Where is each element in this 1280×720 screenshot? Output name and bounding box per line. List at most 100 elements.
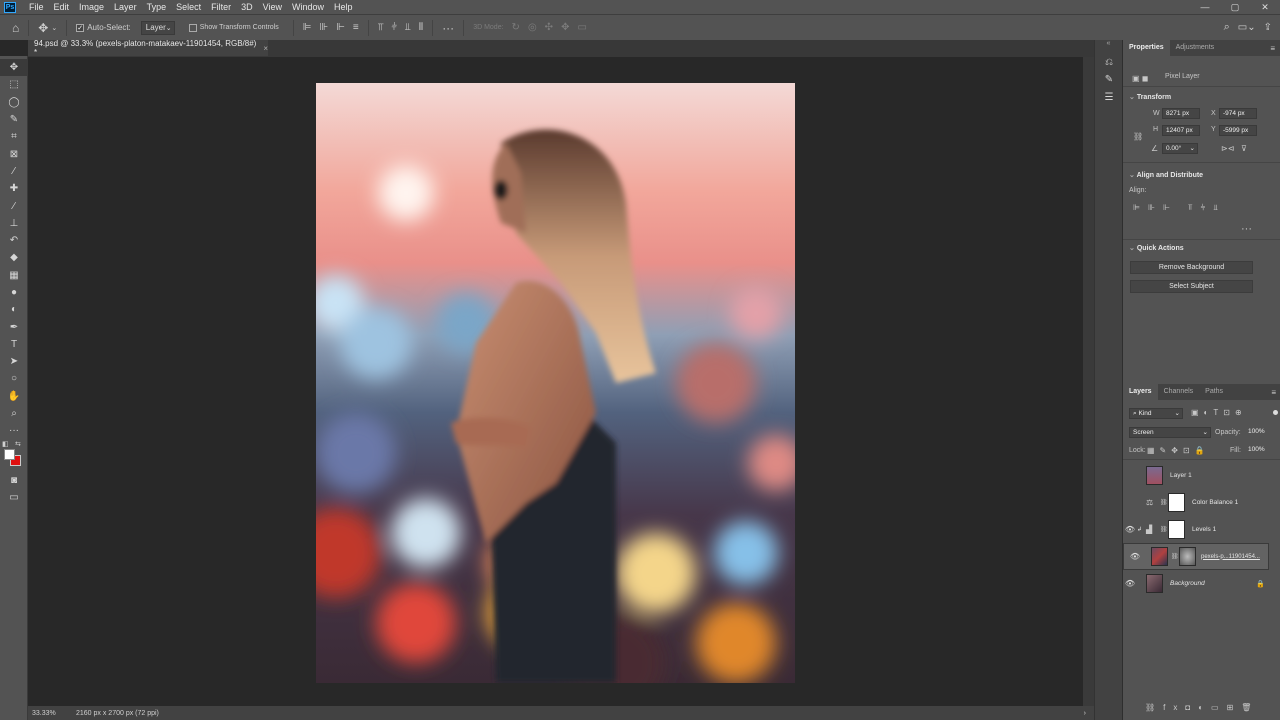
layer-row-background[interactable]: 👁 Background 🔒 [1123, 570, 1269, 597]
zoom-icon[interactable]: ⌕ [0, 405, 28, 422]
flip-vertical-icon[interactable]: ⊽ [1241, 144, 1247, 153]
maximize-button[interactable]: ▢ [1220, 0, 1250, 14]
menu-select[interactable]: Select [171, 0, 206, 14]
menu-help[interactable]: Help [329, 0, 358, 14]
tab-properties[interactable]: Properties [1123, 40, 1170, 56]
menu-filter[interactable]: Filter [206, 0, 236, 14]
document-tab[interactable]: 94.psd @ 33.3% (pexels-platon-matakaev-1… [28, 39, 268, 57]
menu-image[interactable]: Image [74, 0, 109, 14]
history-brush-icon[interactable]: ↶ [0, 232, 28, 249]
transform-section-title[interactable]: ⌄ Transform [1123, 93, 1171, 101]
tab-paths[interactable]: Paths [1199, 384, 1229, 400]
tab-channels[interactable]: Channels [1158, 384, 1200, 400]
adjustments-icon[interactable]: ☰ [1095, 89, 1123, 106]
show-transform-checkbox[interactable]: Show Transform Controls [185, 23, 283, 32]
history-icon[interactable]: ⎌ [1095, 54, 1123, 71]
close-tab-icon[interactable]: × [263, 44, 268, 53]
layer-row-levels[interactable]: 👁 ↲ ▟ ⛓ Levels 1 [1123, 516, 1269, 543]
brush-settings-icon[interactable]: ✎ [1095, 71, 1123, 88]
flip-horizontal-icon[interactable]: ⊳⊲ [1221, 144, 1234, 153]
menu-view[interactable]: View [258, 0, 287, 14]
canvas-image[interactable] [316, 83, 795, 683]
eraser-icon[interactable]: ◆ [0, 249, 28, 266]
x-field[interactable]: -974 px [1219, 108, 1257, 119]
menu-layer[interactable]: Layer [109, 0, 142, 14]
opacity-field[interactable]: 100% [1245, 427, 1267, 438]
quick-select-icon[interactable]: ✎ [0, 111, 28, 128]
eye-icon[interactable]: 👁 [1128, 552, 1142, 561]
status-menu-icon[interactable]: › [1084, 710, 1086, 717]
lasso-icon[interactable]: ◯ [0, 94, 28, 111]
type-icon[interactable]: T [0, 336, 28, 353]
home-icon[interactable]: ⌂ [0, 21, 23, 35]
remove-background-button[interactable]: Remove Background [1130, 261, 1253, 274]
pen-icon[interactable]: ✒ [0, 318, 28, 335]
width-field[interactable]: 8271 px [1162, 108, 1200, 119]
layer-row-layer-1[interactable]: Layer 1 [1123, 462, 1269, 489]
align-middle-icon[interactable]: ⫩ [387, 22, 401, 33]
align-section-title[interactable]: ⌄ Align and Distribute [1123, 171, 1203, 179]
quick-mask-icon[interactable]: ◙ [0, 472, 28, 489]
layers-menu-icon[interactable]: ≡ [1271, 388, 1276, 397]
tab-adjustments[interactable]: Adjustments [1170, 40, 1221, 56]
align-vertical-center-icon[interactable]: ≡ [349, 22, 363, 33]
align-right-icon[interactable]: ⊩ [332, 22, 349, 33]
align-more-icon[interactable]: ··· [1241, 223, 1252, 235]
menu-type[interactable]: Type [142, 0, 172, 14]
brush-icon[interactable]: ∕ [0, 197, 28, 214]
select-subject-button[interactable]: Select Subject [1130, 280, 1253, 293]
panel-menu-icon[interactable]: ≡ [1270, 44, 1275, 53]
collapse-dock-icon[interactable]: « [1095, 40, 1122, 50]
search-icon[interactable]: ⌕ [1220, 21, 1234, 34]
quick-actions-section-title[interactable]: ⌄ Quick Actions [1123, 244, 1184, 252]
angle-field[interactable]: 0.00° ⌄ [1162, 143, 1198, 154]
align-left-icon[interactable]: ⊫ [299, 22, 316, 33]
screen-mode-icon[interactable]: ▭ [0, 489, 28, 506]
share-icon[interactable]: ⇪ [1260, 22, 1280, 33]
menu-3d[interactable]: 3D [236, 0, 258, 14]
align-buttons[interactable]: ⊫⊪⊩ ⫪⫩⫫ [1133, 203, 1226, 213]
minimize-button[interactable]: — [1190, 0, 1220, 14]
stamp-icon[interactable]: ⊥ [0, 215, 28, 232]
layer-row-color-balance[interactable]: ⚖ ⛓ Color Balance 1 [1123, 489, 1269, 516]
more-tools-icon[interactable]: ··· [0, 422, 28, 439]
filter-toggle-icon[interactable] [1273, 410, 1278, 415]
healing-icon[interactable]: ✚ [0, 180, 28, 197]
align-top-icon[interactable]: ⫪ [374, 22, 388, 33]
frame-icon[interactable]: ⊠ [0, 145, 28, 162]
eye-icon[interactable]: 👁 [1123, 579, 1137, 588]
link-icon[interactable]: ⛓ [1133, 132, 1143, 141]
align-bottom-icon[interactable]: ⫫ [401, 22, 415, 33]
tab-layers[interactable]: Layers [1123, 384, 1158, 400]
layers-footer-icons[interactable]: ⛓fx◘◐▭⊞🗑 [1145, 703, 1259, 712]
zoom-level[interactable]: 33.33% [28, 710, 70, 717]
move-tool-preset-icon[interactable]: ✥ ⌄ [34, 21, 61, 35]
path-select-icon[interactable]: ➤ [0, 353, 28, 370]
layer-row-pexels-selected[interactable]: 👁 ⛓ pexels-p...11901454... [1123, 543, 1269, 570]
dodge-icon[interactable]: ◐ [0, 301, 28, 318]
vertical-scrollbar[interactable] [1083, 57, 1094, 706]
blend-mode-dropdown[interactable]: Screen ⌄ [1129, 427, 1211, 438]
y-field[interactable]: -5999 px [1219, 125, 1257, 136]
gradient-icon[interactable]: ▦ [0, 267, 28, 284]
blur-icon[interactable]: ● [0, 284, 28, 301]
menu-window[interactable]: Window [287, 0, 329, 14]
swap-colors-icon[interactable]: ⇆ [15, 440, 21, 448]
lock-icons[interactable]: ▦✎✥⊡🔒 [1147, 446, 1210, 455]
auto-select-target-dropdown[interactable]: Layer ⌄ [140, 20, 175, 35]
close-window-button[interactable]: ✕ [1250, 0, 1280, 14]
height-field[interactable]: 12407 px [1162, 125, 1200, 136]
fill-field[interactable]: 100% [1245, 445, 1267, 456]
shape-icon[interactable]: ○ [0, 370, 28, 387]
foreground-color-swatch[interactable] [4, 448, 15, 460]
align-center-icon[interactable]: ⊪ [315, 22, 332, 33]
marquee-icon[interactable]: ⬚ [0, 76, 28, 93]
crop-icon[interactable]: ⌗ [0, 128, 28, 145]
default-colors-icon[interactable]: ◧ [2, 440, 9, 448]
eyedropper-icon[interactable]: ⁄ [0, 163, 28, 180]
hand-icon[interactable]: ✋ [0, 388, 28, 405]
menu-edit[interactable]: Edit [49, 0, 75, 14]
filter-kind-dropdown[interactable]: ⌕ Kind ⌄ [1129, 408, 1183, 419]
workspace-icon[interactable]: ▭⌄ [1234, 22, 1260, 33]
layer-filter-icons[interactable]: ▣◐T⊡⊕ [1191, 408, 1247, 417]
